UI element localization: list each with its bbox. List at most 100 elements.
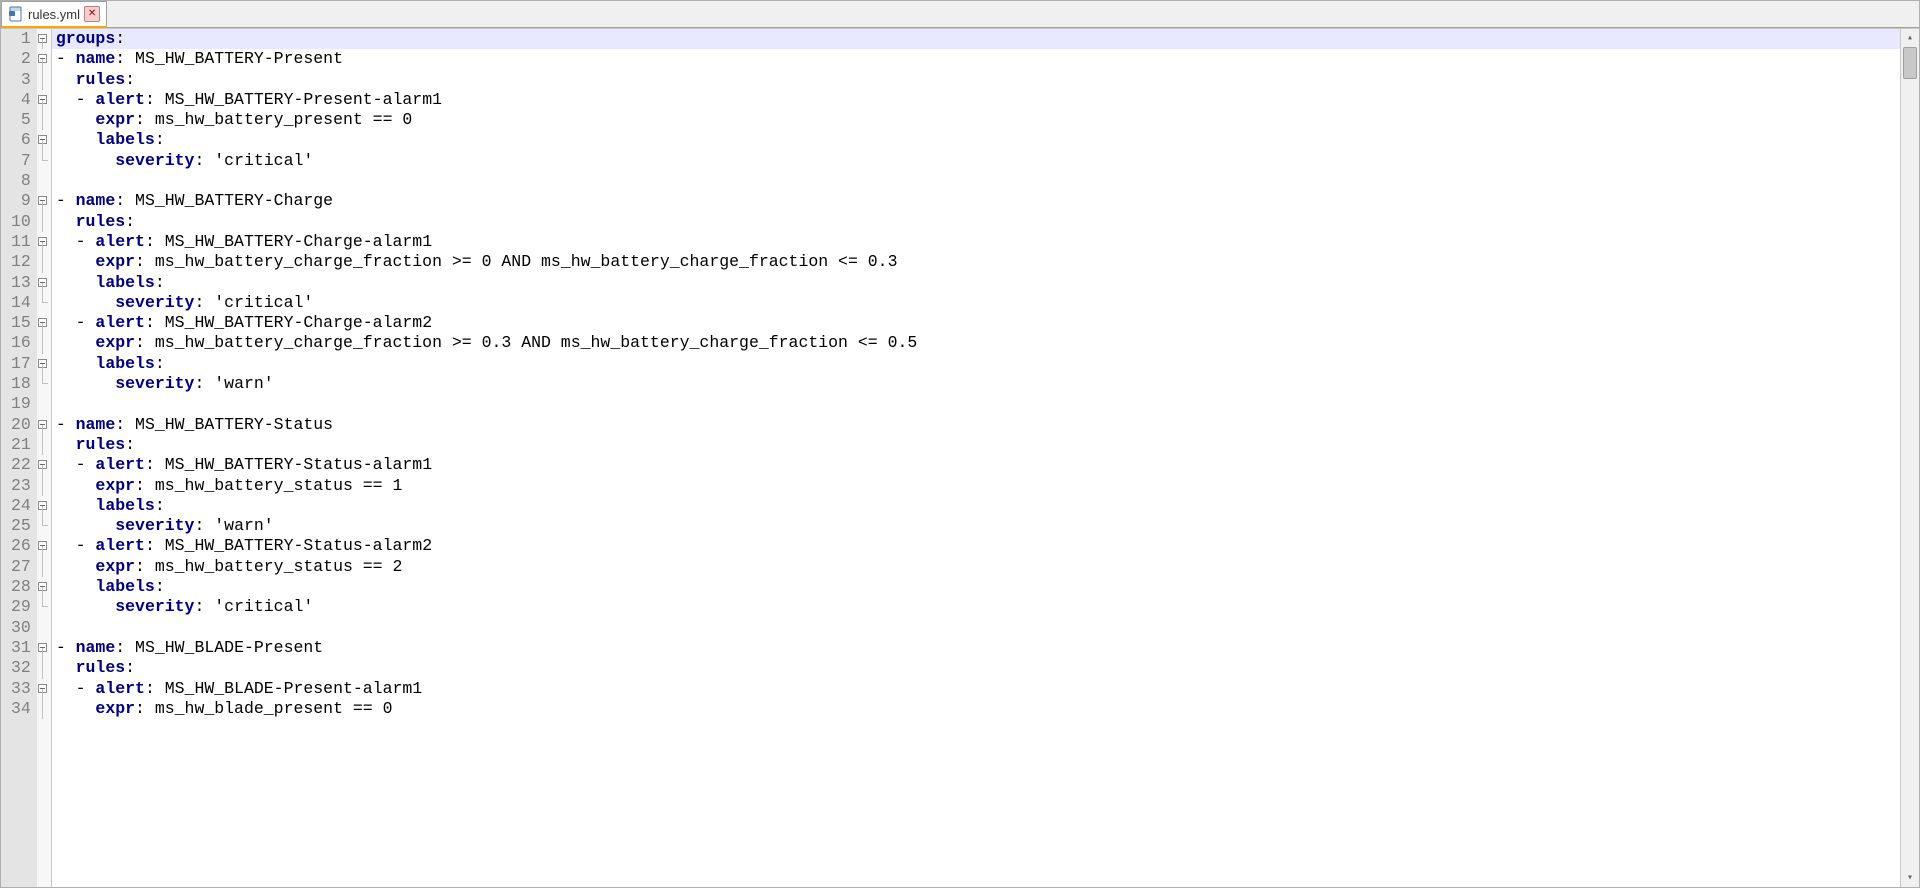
code-line[interactable]: - name: MS_HW_BATTERY-Charge xyxy=(52,191,1900,211)
code-line[interactable] xyxy=(52,171,1900,191)
fold-cell[interactable] xyxy=(37,273,51,293)
code-token: : xyxy=(145,455,165,474)
code-line[interactable]: severity: 'critical' xyxy=(52,597,1900,617)
code-line[interactable]: - name: MS_HW_BLADE-Present xyxy=(52,638,1900,658)
code-line[interactable]: labels: xyxy=(52,130,1900,150)
code-line[interactable]: expr: ms_hw_battery_present == 0 xyxy=(52,110,1900,130)
code-token: : xyxy=(194,293,214,312)
code-line[interactable]: - alert: MS_HW_BATTERY-Charge-alarm2 xyxy=(52,313,1900,333)
line-number: 5 xyxy=(11,110,31,130)
fold-cell[interactable] xyxy=(37,90,51,110)
line-number: 12 xyxy=(11,252,31,272)
code-line[interactable] xyxy=(52,394,1900,414)
code-line[interactable]: - name: MS_HW_BATTERY-Present xyxy=(52,49,1900,69)
code-token: : xyxy=(135,476,155,495)
fold-cell[interactable] xyxy=(37,496,51,516)
code-line[interactable]: expr: ms_hw_blade_present == 0 xyxy=(52,699,1900,719)
fold-cell xyxy=(37,516,51,536)
code-line[interactable]: labels: xyxy=(52,354,1900,374)
code-line[interactable]: severity: 'warn' xyxy=(52,516,1900,536)
code-token: : xyxy=(194,151,214,170)
code-line[interactable]: - alert: MS_HW_BATTERY-Present-alarm1 xyxy=(52,90,1900,110)
code-line[interactable]: rules: xyxy=(52,658,1900,678)
code-token: : xyxy=(135,110,155,129)
code-token: - xyxy=(56,49,76,68)
code-token xyxy=(56,496,96,515)
line-number: 18 xyxy=(11,374,31,394)
code-token: : xyxy=(125,435,135,454)
code-line[interactable]: rules: xyxy=(52,212,1900,232)
close-icon[interactable]: ✕ xyxy=(84,6,100,22)
code-line[interactable]: severity: 'warn' xyxy=(52,374,1900,394)
code-line[interactable]: severity: 'critical' xyxy=(52,151,1900,171)
fold-cell[interactable] xyxy=(37,577,51,597)
code-token: labels xyxy=(95,577,154,596)
code-line[interactable]: severity: 'critical' xyxy=(52,293,1900,313)
fold-cell[interactable] xyxy=(37,49,51,69)
fold-cell[interactable] xyxy=(37,313,51,333)
code-line[interactable] xyxy=(52,618,1900,638)
editor-body: 1234567891011121314151617181920212223242… xyxy=(1,28,1919,887)
file-tab[interactable]: rules.yml ✕ xyxy=(1,1,107,28)
vertical-scrollbar[interactable]: ▴ ▾ xyxy=(1900,29,1919,887)
line-number: 31 xyxy=(11,638,31,658)
line-number: 7 xyxy=(11,151,31,171)
code-line[interactable]: labels: xyxy=(52,496,1900,516)
fold-cell[interactable] xyxy=(37,232,51,252)
fold-cell xyxy=(37,435,51,455)
fold-cell[interactable] xyxy=(37,191,51,211)
line-number: 14 xyxy=(11,293,31,313)
code-line[interactable]: labels: xyxy=(52,577,1900,597)
code-token xyxy=(56,151,115,170)
code-token: : xyxy=(125,658,135,677)
code-token: alert xyxy=(95,313,145,332)
code-token: : xyxy=(135,557,155,576)
line-number: 17 xyxy=(11,354,31,374)
code-token: : xyxy=(155,273,165,292)
fold-cell[interactable] xyxy=(37,130,51,150)
scroll-down-icon[interactable]: ▾ xyxy=(1901,869,1919,887)
code-token: MS_HW_BATTERY-Charge-alarm2 xyxy=(165,313,432,332)
code-token: labels xyxy=(95,130,154,149)
line-number: 1 xyxy=(11,29,31,49)
code-token: 'critical' xyxy=(214,293,313,312)
code-token: rules xyxy=(76,658,126,677)
code-line[interactable]: expr: ms_hw_battery_charge_fraction >= 0… xyxy=(52,333,1900,353)
code-line[interactable]: labels: xyxy=(52,273,1900,293)
code-line[interactable]: groups: xyxy=(52,29,1900,49)
code-line[interactable]: - alert: MS_HW_BATTERY-Status-alarm1 xyxy=(52,455,1900,475)
code-line[interactable]: expr: ms_hw_battery_status == 1 xyxy=(52,476,1900,496)
fold-gutter[interactable] xyxy=(37,29,52,887)
code-token xyxy=(56,577,96,596)
line-number: 19 xyxy=(11,394,31,414)
fold-cell[interactable] xyxy=(37,354,51,374)
code-line[interactable]: - name: MS_HW_BATTERY-Status xyxy=(52,415,1900,435)
code-line[interactable]: - alert: MS_HW_BATTERY-Status-alarm2 xyxy=(52,536,1900,556)
fold-cell[interactable] xyxy=(37,536,51,556)
fold-cell[interactable] xyxy=(37,638,51,658)
code-token: : xyxy=(155,130,165,149)
code-token: : xyxy=(155,354,165,373)
code-token: ms_hw_battery_status == 1 xyxy=(155,476,403,495)
code-line[interactable]: rules: xyxy=(52,435,1900,455)
code-token: groups xyxy=(56,29,115,48)
code-token xyxy=(56,516,115,535)
fold-cell[interactable] xyxy=(37,679,51,699)
scrollbar-thumb[interactable] xyxy=(1903,47,1917,79)
fold-cell xyxy=(37,374,51,394)
code-line[interactable]: expr: ms_hw_battery_status == 2 xyxy=(52,557,1900,577)
fold-cell[interactable] xyxy=(37,455,51,475)
fold-cell[interactable] xyxy=(37,415,51,435)
code-line[interactable]: - alert: MS_HW_BATTERY-Charge-alarm1 xyxy=(52,232,1900,252)
tab-bar: rules.yml ✕ xyxy=(1,1,1919,28)
fold-cell[interactable] xyxy=(37,29,51,49)
code-token: ms_hw_battery_charge_fraction >= 0.3 AND… xyxy=(155,333,917,352)
scrollbar-track[interactable] xyxy=(1901,47,1919,869)
code-line[interactable]: - alert: MS_HW_BLADE-Present-alarm1 xyxy=(52,679,1900,699)
scroll-up-icon[interactable]: ▴ xyxy=(1901,29,1919,47)
code-area[interactable]: groups:- name: MS_HW_BATTERY-Present rul… xyxy=(52,29,1900,887)
code-token: - xyxy=(56,232,96,251)
fold-cell xyxy=(37,70,51,90)
code-line[interactable]: expr: ms_hw_battery_charge_fraction >= 0… xyxy=(52,252,1900,272)
code-line[interactable]: rules: xyxy=(52,70,1900,90)
